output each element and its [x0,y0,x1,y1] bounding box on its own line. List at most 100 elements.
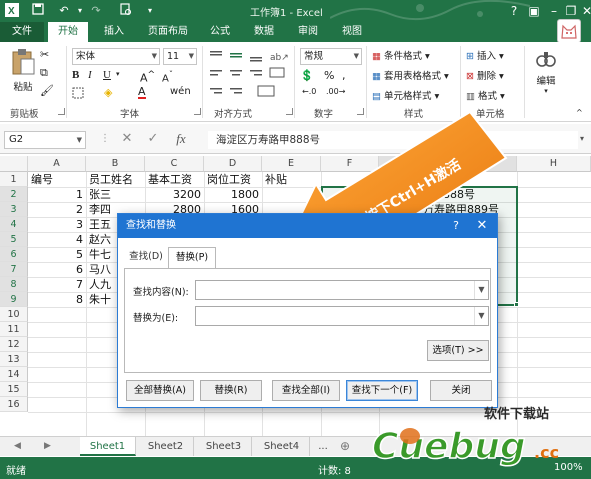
table-cell[interactable]: 5 [28,247,86,262]
table-cell[interactable]: 7 [28,277,86,292]
row-header[interactable]: 4 [0,217,28,232]
decrease-decimal-icon[interactable]: .00→ [326,87,345,96]
font-size-combo[interactable]: 11 ▼ [163,48,197,65]
column-header-d[interactable]: D [204,156,262,172]
print-preview-icon[interactable] [118,3,134,19]
row-header[interactable]: 7 [0,262,28,277]
header-cell[interactable]: 基本工资 [145,172,204,187]
table-cell[interactable]: 2 [28,202,86,217]
table-cell[interactable]: 4 [28,232,86,247]
table-cell[interactable]: 8 [28,292,86,307]
table-cell[interactable]: 牛七 [86,247,118,262]
font-name-combo[interactable]: 宋体 ▼ [72,48,160,65]
tab-page-layout[interactable]: 页面布局 [140,22,196,42]
cancel-entry-icon[interactable]: ✕ [118,130,136,148]
row-header[interactable]: 11 [0,322,28,337]
tab-file[interactable]: 文件 [0,22,44,42]
tab-formulas[interactable]: 公式 [202,22,238,42]
header-cell[interactable]: 员工姓名 [86,172,145,187]
dialog-help-icon[interactable]: ? [447,214,465,238]
insert-function-icon[interactable]: fx [172,130,190,148]
conditional-format-button[interactable]: ▦ 条件格式 ▾ [372,48,430,62]
increase-decimal-icon[interactable]: ←.0 [302,87,316,96]
row-header[interactable]: 2 [0,187,28,202]
row-header[interactable]: 6 [0,247,28,262]
paste-button[interactable]: 粘贴 [6,48,40,93]
ribbon-display-icon[interactable]: ▣ [525,2,543,20]
table-cell[interactable]: 朱十 [86,292,118,307]
row-header[interactable]: 8 [0,277,28,292]
insert-cells-button[interactable]: ⊞ 插入 ▾ [466,48,504,62]
undo-dropdown-icon[interactable]: ▾ [72,3,88,19]
sheet-tab-sheet4[interactable]: Sheet4 [254,437,310,456]
tab-replace[interactable]: 替换(P) [168,247,216,268]
row-header[interactable]: 15 [0,382,28,397]
clipboard-launcher-icon[interactable] [58,108,65,115]
column-header-c[interactable]: C [145,156,204,172]
table-cell[interactable]: 人九 [86,277,118,292]
bold-icon[interactable]: B [72,69,79,81]
collapse-ribbon-icon[interactable]: ^ [576,108,583,117]
undo-icon[interactable]: ↶ [56,3,72,19]
percent-icon[interactable]: % [324,69,334,82]
confirm-entry-icon[interactable]: ✓ [144,130,162,148]
tab-insert[interactable]: 插入 [94,22,134,42]
help-icon[interactable]: ? [505,2,523,20]
column-header-a[interactable]: A [28,156,86,172]
format-painter-icon[interactable]: 🖌 [40,84,54,97]
row-header[interactable]: 16 [0,397,28,412]
decrease-font-icon[interactable]: Aˇ [162,69,173,84]
row-header[interactable]: 13 [0,352,28,367]
tab-home[interactable]: 开始 [48,22,88,42]
tab-find[interactable]: 查找(D) [126,247,166,268]
table-cell[interactable]: 马八 [86,262,118,277]
row-header[interactable]: 1 [0,172,28,187]
select-all-corner[interactable] [0,156,28,172]
replace-all-button[interactable]: 全部替换(A) [126,380,194,401]
row-header[interactable]: 14 [0,367,28,382]
number-format-combo[interactable]: 常规 ▼ [300,48,362,65]
expand-formula-icon[interactable]: ▾ [573,130,591,148]
minimize-icon[interactable]: – [545,2,563,20]
row-header[interactable]: 12 [0,337,28,352]
table-cell[interactable]: 3200 [145,187,204,202]
close-icon[interactable]: ✕ [578,2,591,20]
find-what-dropdown-icon[interactable]: ▼ [474,281,488,299]
copy-icon[interactable]: ⧉ [40,66,48,80]
delete-cells-button[interactable]: ⊠ 删除 ▾ [466,68,504,82]
tab-data[interactable]: 数据 [246,22,282,42]
table-cell[interactable]: 张三 [86,187,145,202]
fill-color-icon[interactable]: ◈ [104,86,112,99]
dialog-close-icon[interactable]: ✕ [473,214,491,238]
phonetic-icon[interactable]: wén [170,86,191,97]
name-box[interactable]: G2 ▼ [4,131,86,149]
find-all-button[interactable]: 查找全部(I) [272,380,340,401]
tab-review[interactable]: 审阅 [290,22,326,42]
table-cell[interactable]: 1 [28,187,86,202]
currency-icon[interactable]: 💲 [300,69,314,82]
table-cell[interactable]: 王五 [86,217,118,232]
options-button[interactable]: 选项(T) >> [427,340,489,361]
table-format-button[interactable]: ▦ 套用表格格式 ▾ [372,68,449,82]
save-icon[interactable] [30,3,46,19]
sheet-tab-sheet1[interactable]: Sheet1 [80,437,136,456]
next-sheet-icon[interactable]: ▶ [44,437,51,456]
row-header[interactable]: 10 [0,307,28,322]
header-cell[interactable]: 编号 [28,172,86,187]
more-sheets-button[interactable]: ... [312,437,334,456]
table-cell[interactable]: 6 [28,262,86,277]
column-header-b[interactable]: B [86,156,145,172]
table-cell[interactable]: 赵六 [86,232,118,247]
row-header[interactable]: 9 [0,292,28,307]
redo-icon[interactable]: ↷ [88,3,104,19]
underline-icon[interactable]: U [103,69,111,81]
font-launcher-icon[interactable] [194,108,201,115]
row-header[interactable]: 5 [0,232,28,247]
table-cell[interactable]: 3 [28,217,86,232]
header-cell[interactable]: 岗位工资 [204,172,262,187]
add-sheet-icon[interactable]: ⊕ [340,437,350,456]
prev-sheet-icon[interactable]: ◀ [14,437,21,456]
row-header[interactable]: 3 [0,202,28,217]
table-cell[interactable]: 1800 [204,187,262,202]
customize-qat-icon[interactable]: ▾ [142,3,158,19]
